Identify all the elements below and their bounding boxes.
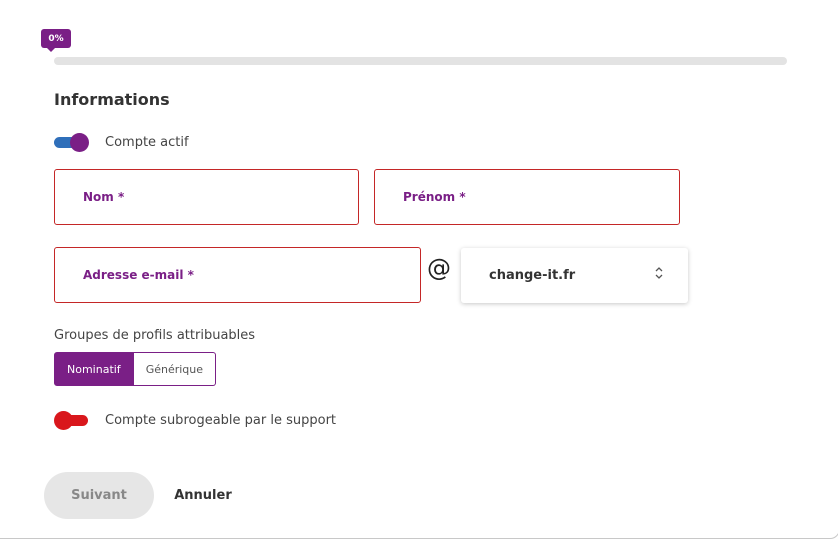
progress-bar — [54, 57, 787, 65]
profile-groups-segmented-control: Nominatif Générique — [54, 352, 217, 386]
email-field[interactable]: Adresse e-mail * — [54, 247, 421, 303]
first-name-field[interactable]: Prénom * — [374, 169, 680, 225]
next-button[interactable]: Suivant — [44, 472, 154, 519]
toggle-knob — [70, 133, 89, 152]
toggle-knob — [54, 411, 73, 430]
profile-group-generique[interactable]: Générique — [133, 352, 217, 386]
email-domain-value: change-it.fr — [489, 268, 576, 283]
profile-group-nominatif[interactable]: Nominatif — [54, 352, 134, 386]
account-active-toggle[interactable] — [54, 133, 90, 153]
first-name-label: Prénom * — [403, 190, 466, 204]
support-subrogation-toggle[interactable] — [54, 411, 90, 431]
last-name-field[interactable]: Nom * — [54, 169, 359, 225]
progress-badge: 0% — [41, 29, 71, 52]
email-label: Adresse e-mail * — [83, 268, 194, 282]
chevron-up-down-icon — [654, 265, 664, 282]
account-active-label: Compte actif — [105, 135, 189, 150]
last-name-label: Nom * — [83, 190, 125, 204]
support-subrogation-label: Compte subrogeable par le support — [105, 413, 337, 428]
at-sign: @ — [427, 254, 451, 282]
profile-groups-label: Groupes de profils attribuables — [54, 328, 256, 343]
section-title: Informations — [54, 90, 170, 109]
email-domain-select[interactable]: change-it.fr — [461, 248, 688, 303]
cancel-button[interactable]: Annuler — [168, 472, 238, 519]
